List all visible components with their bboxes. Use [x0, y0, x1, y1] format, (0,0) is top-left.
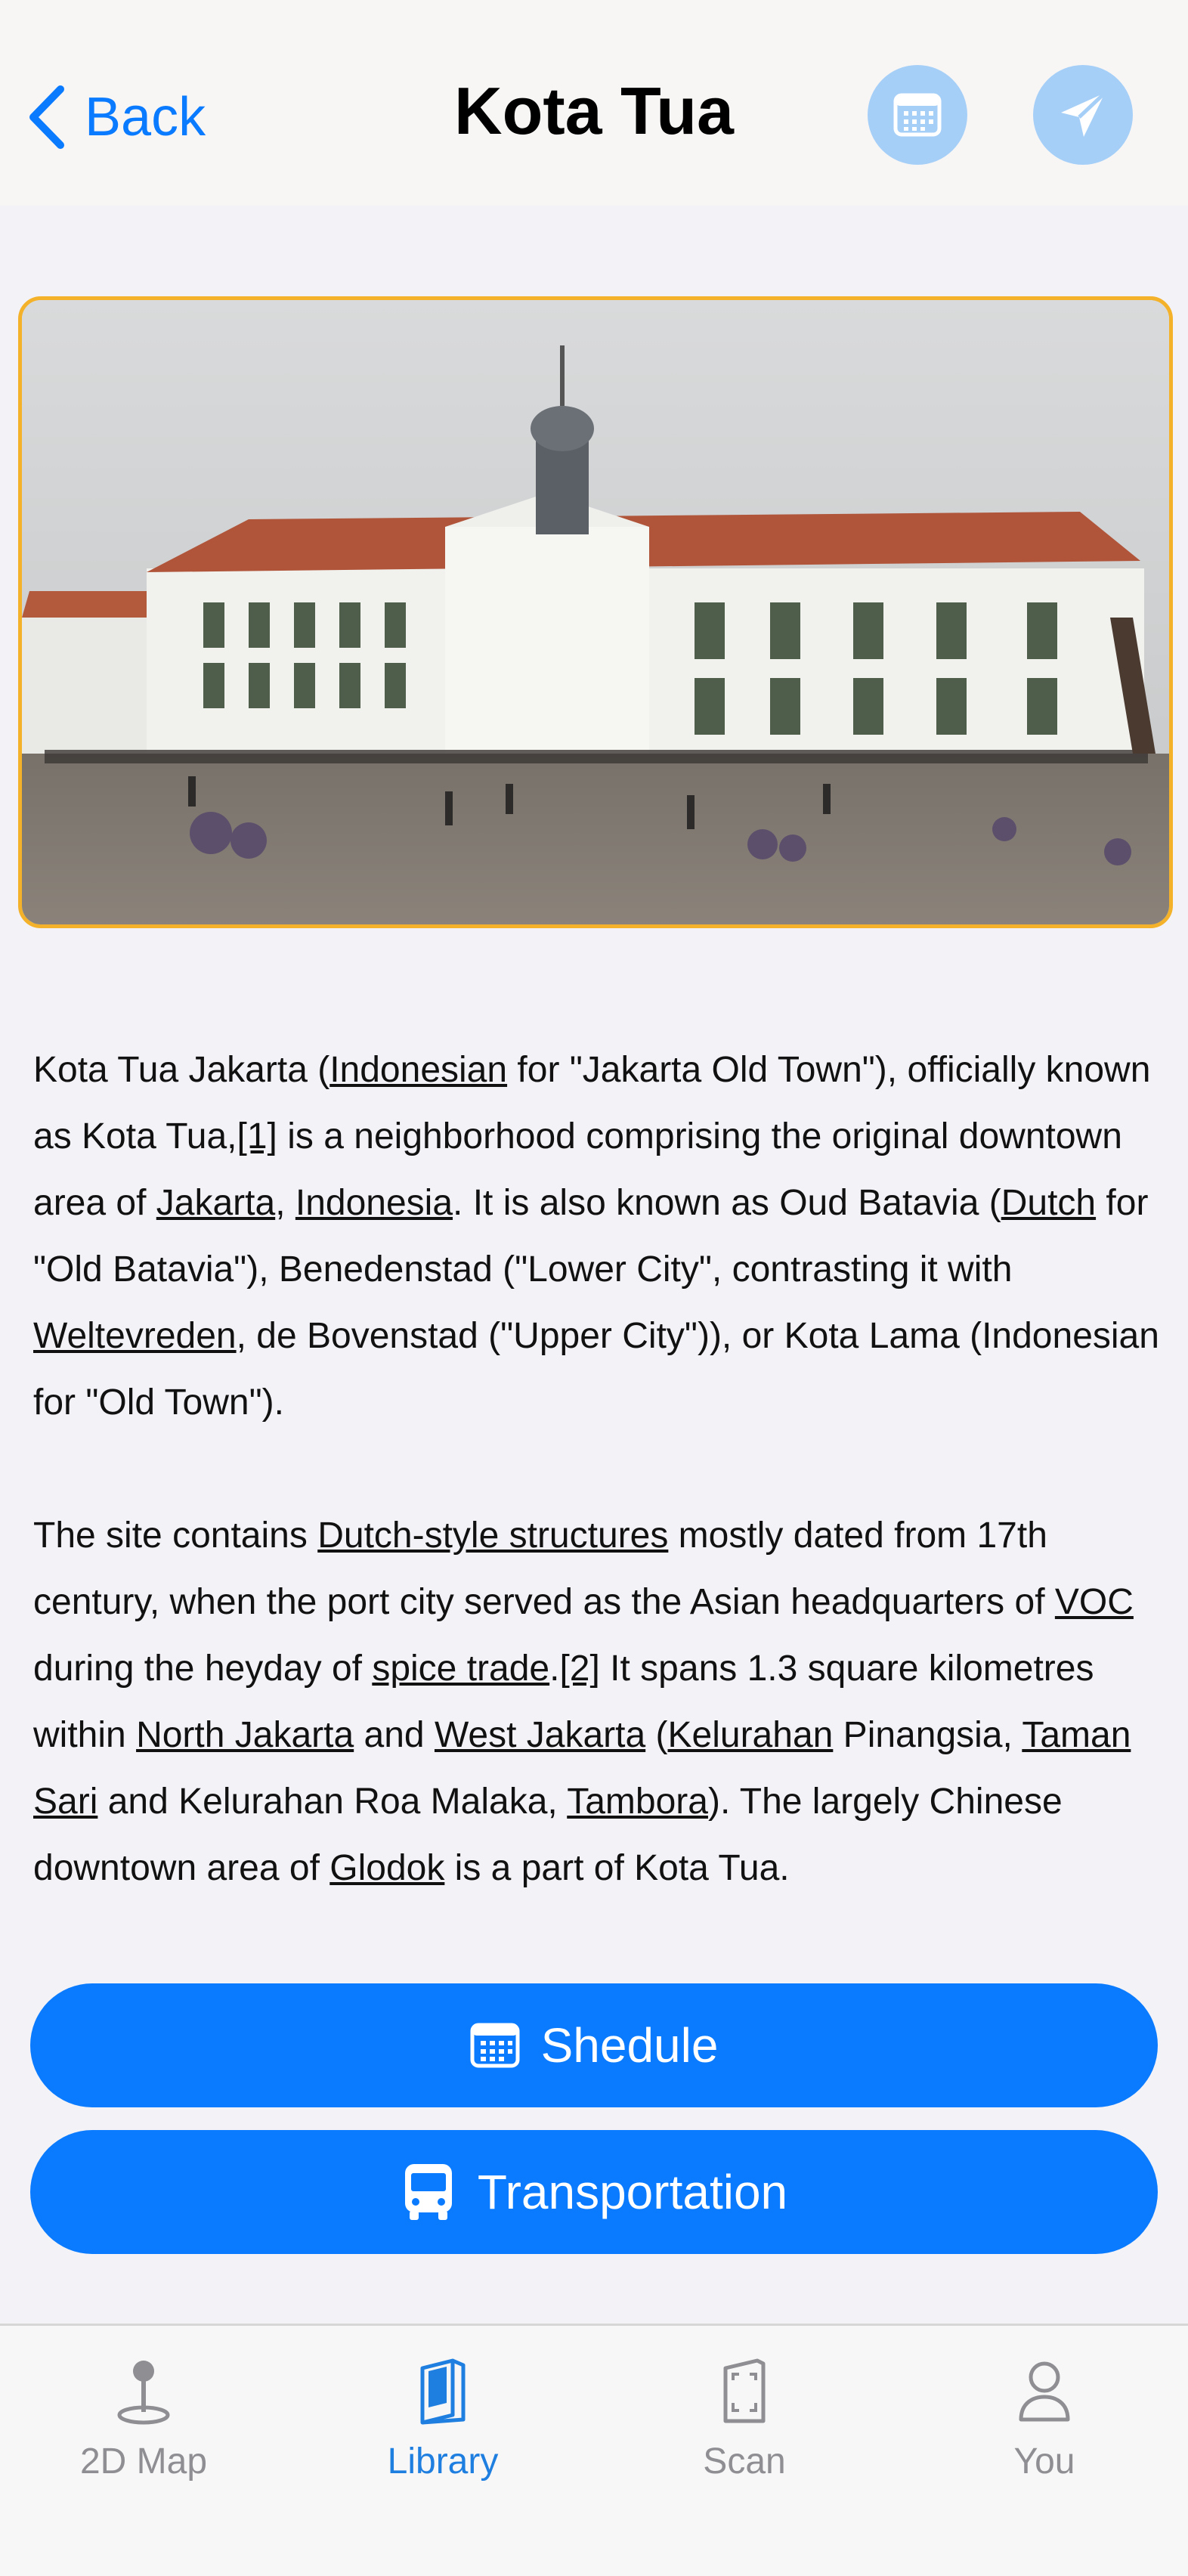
link-glodok[interactable]: Glodok	[329, 1848, 444, 1888]
text-span: .	[549, 1649, 560, 1689]
link-north-jakarta[interactable]: North Jakarta	[136, 1715, 354, 1755]
text-span: ,	[275, 1183, 295, 1223]
text-span: and Kelurahan Roa Malaka,	[97, 1782, 568, 1822]
scan-icon	[623, 2350, 865, 2433]
text-span: (	[645, 1715, 668, 1755]
link-spice-trade[interactable]: spice trade	[372, 1649, 549, 1689]
text-span: and	[354, 1715, 435, 1755]
schedule-label: Shedule	[540, 2018, 719, 2073]
text-span: is a part of Kota Tua.	[444, 1848, 790, 1888]
bus-icon	[404, 2164, 452, 2220]
share-button[interactable]	[1033, 65, 1133, 165]
tab-label: You	[1013, 2441, 1075, 2482]
link-dutch-style-structures[interactable]: Dutch-style structures	[317, 1516, 668, 1556]
calendar-icon	[893, 93, 942, 137]
article-paragraph: The site contains Dutch-style structures…	[33, 1503, 1159, 1902]
text-span: Pinangsia,	[833, 1715, 1022, 1755]
tab-bar: 2D Map Library Scan You	[0, 2324, 1188, 2576]
map-pin-icon	[23, 2350, 265, 2433]
tab-label: 2D Map	[79, 2441, 208, 2482]
link-voc[interactable]: VOC	[1055, 1582, 1134, 1622]
link-indonesia[interactable]: Indonesia	[295, 1183, 453, 1223]
transportation-button[interactable]: Transportation	[30, 2130, 1158, 2254]
link-jakarta[interactable]: Jakarta	[156, 1183, 275, 1223]
transportation-label: Transportation	[477, 2165, 788, 2219]
link-west-jakarta[interactable]: West Jakarta	[435, 1715, 645, 1755]
navigation-bar: Back Kota Tua	[0, 0, 1188, 206]
tab-you[interactable]: You	[923, 2350, 1165, 2501]
link-kelurahan[interactable]: Kelurahan	[668, 1715, 834, 1755]
calendar-icon	[470, 2023, 520, 2068]
tab-scan[interactable]: Scan	[623, 2350, 865, 2501]
link-dutch[interactable]: Dutch	[1001, 1183, 1096, 1223]
paper-plane-icon	[1061, 91, 1106, 137]
person-icon	[923, 2350, 1165, 2433]
chevron-left-icon	[29, 85, 64, 149]
tab-label: Library	[387, 2441, 499, 2482]
text-span: Kota Tua Jakarta (	[33, 1050, 330, 1090]
citation-link-2[interactable]: [2]	[559, 1649, 599, 1689]
tab-2d-map[interactable]: 2D Map	[23, 2350, 265, 2501]
link-weltevreden[interactable]: Weltevreden	[33, 1316, 237, 1356]
tab-label: Scan	[703, 2441, 786, 2482]
book-icon	[322, 2350, 564, 2433]
link-tambora[interactable]: Tambora	[567, 1782, 708, 1822]
text-span: The site contains	[33, 1516, 318, 1556]
article-paragraph: Kota Tua Jakarta (Indonesian for "Jakart…	[33, 1037, 1159, 1436]
building-photo	[22, 300, 1169, 924]
hero-image	[18, 296, 1173, 928]
text-span: during the heyday of	[33, 1649, 373, 1689]
citation-link-1[interactable]: [1]	[237, 1116, 277, 1156]
tab-library[interactable]: Library	[322, 2350, 564, 2501]
back-label: Back	[85, 87, 206, 147]
text-span: . It is also known as Oud Batavia (	[453, 1183, 1001, 1223]
schedule-button[interactable]: Shedule	[30, 1983, 1158, 2107]
back-button[interactable]: Back	[27, 76, 206, 159]
calendar-button[interactable]	[868, 65, 967, 165]
article-body: Kota Tua Jakarta (Indonesian for "Jakart…	[33, 1037, 1159, 1968]
link-indonesian[interactable]: Indonesian	[329, 1050, 507, 1090]
